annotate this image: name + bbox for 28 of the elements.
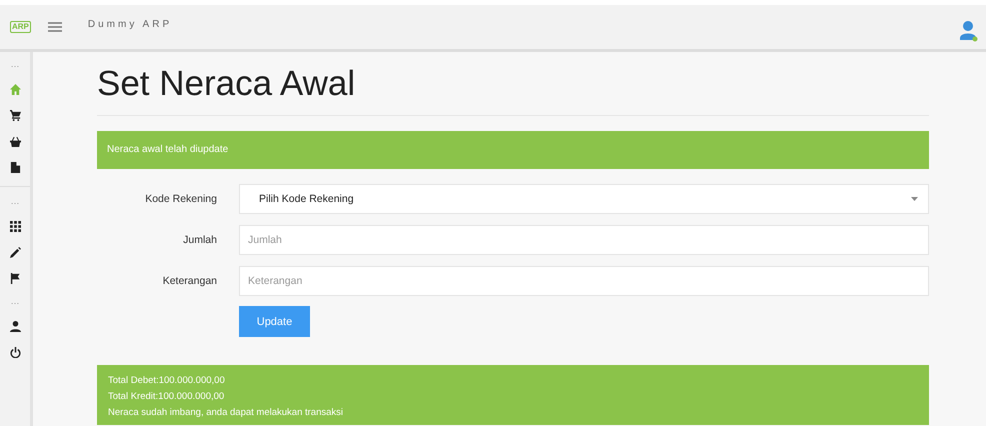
- success-alert: Neraca awal telah diupdate: [97, 131, 929, 169]
- section-dots: …: [10, 58, 20, 71]
- select-field[interactable]: Pilih Kode Rekening: [239, 184, 929, 214]
- grid-icon[interactable]: [10, 221, 20, 232]
- cart-icon[interactable]: [10, 110, 20, 121]
- basket-icon[interactable]: [10, 136, 20, 147]
- input-field[interactable]: Keterangan: [239, 266, 929, 296]
- power-icon[interactable]: [10, 347, 20, 358]
- app-name: Dummy ARP: [88, 19, 172, 30]
- field-label: Kode Rekening: [144, 193, 217, 205]
- user-avatar-icon[interactable]: [960, 20, 978, 42]
- file-icon[interactable]: [10, 162, 20, 173]
- update-button[interactable]: Update: [239, 306, 310, 337]
- pencil-icon[interactable]: [10, 247, 20, 258]
- summary-text: Neraca sudah imbang, anda dapat melakukan transaksi: [108, 407, 344, 419]
- person-icon[interactable]: [10, 321, 20, 332]
- section-dots: …: [10, 195, 20, 208]
- menu-icon[interactable]: [48, 22, 62, 32]
- field-label: Jumlah: [182, 234, 217, 246]
- flag-icon[interactable]: [10, 273, 20, 284]
- summary-text: Total Debet:100.000.000,00: [108, 375, 226, 387]
- field-label: Keterangan: [162, 275, 217, 287]
- logo[interactable]: ARP: [10, 21, 31, 33]
- section-dots: …: [10, 295, 20, 308]
- summary-text: Total Kredit:100.000.000,00: [108, 391, 226, 403]
- page-title: Set Neraca Awal: [97, 64, 929, 116]
- caret-icon: [911, 197, 918, 201]
- input-field[interactable]: Jumlah: [239, 225, 929, 255]
